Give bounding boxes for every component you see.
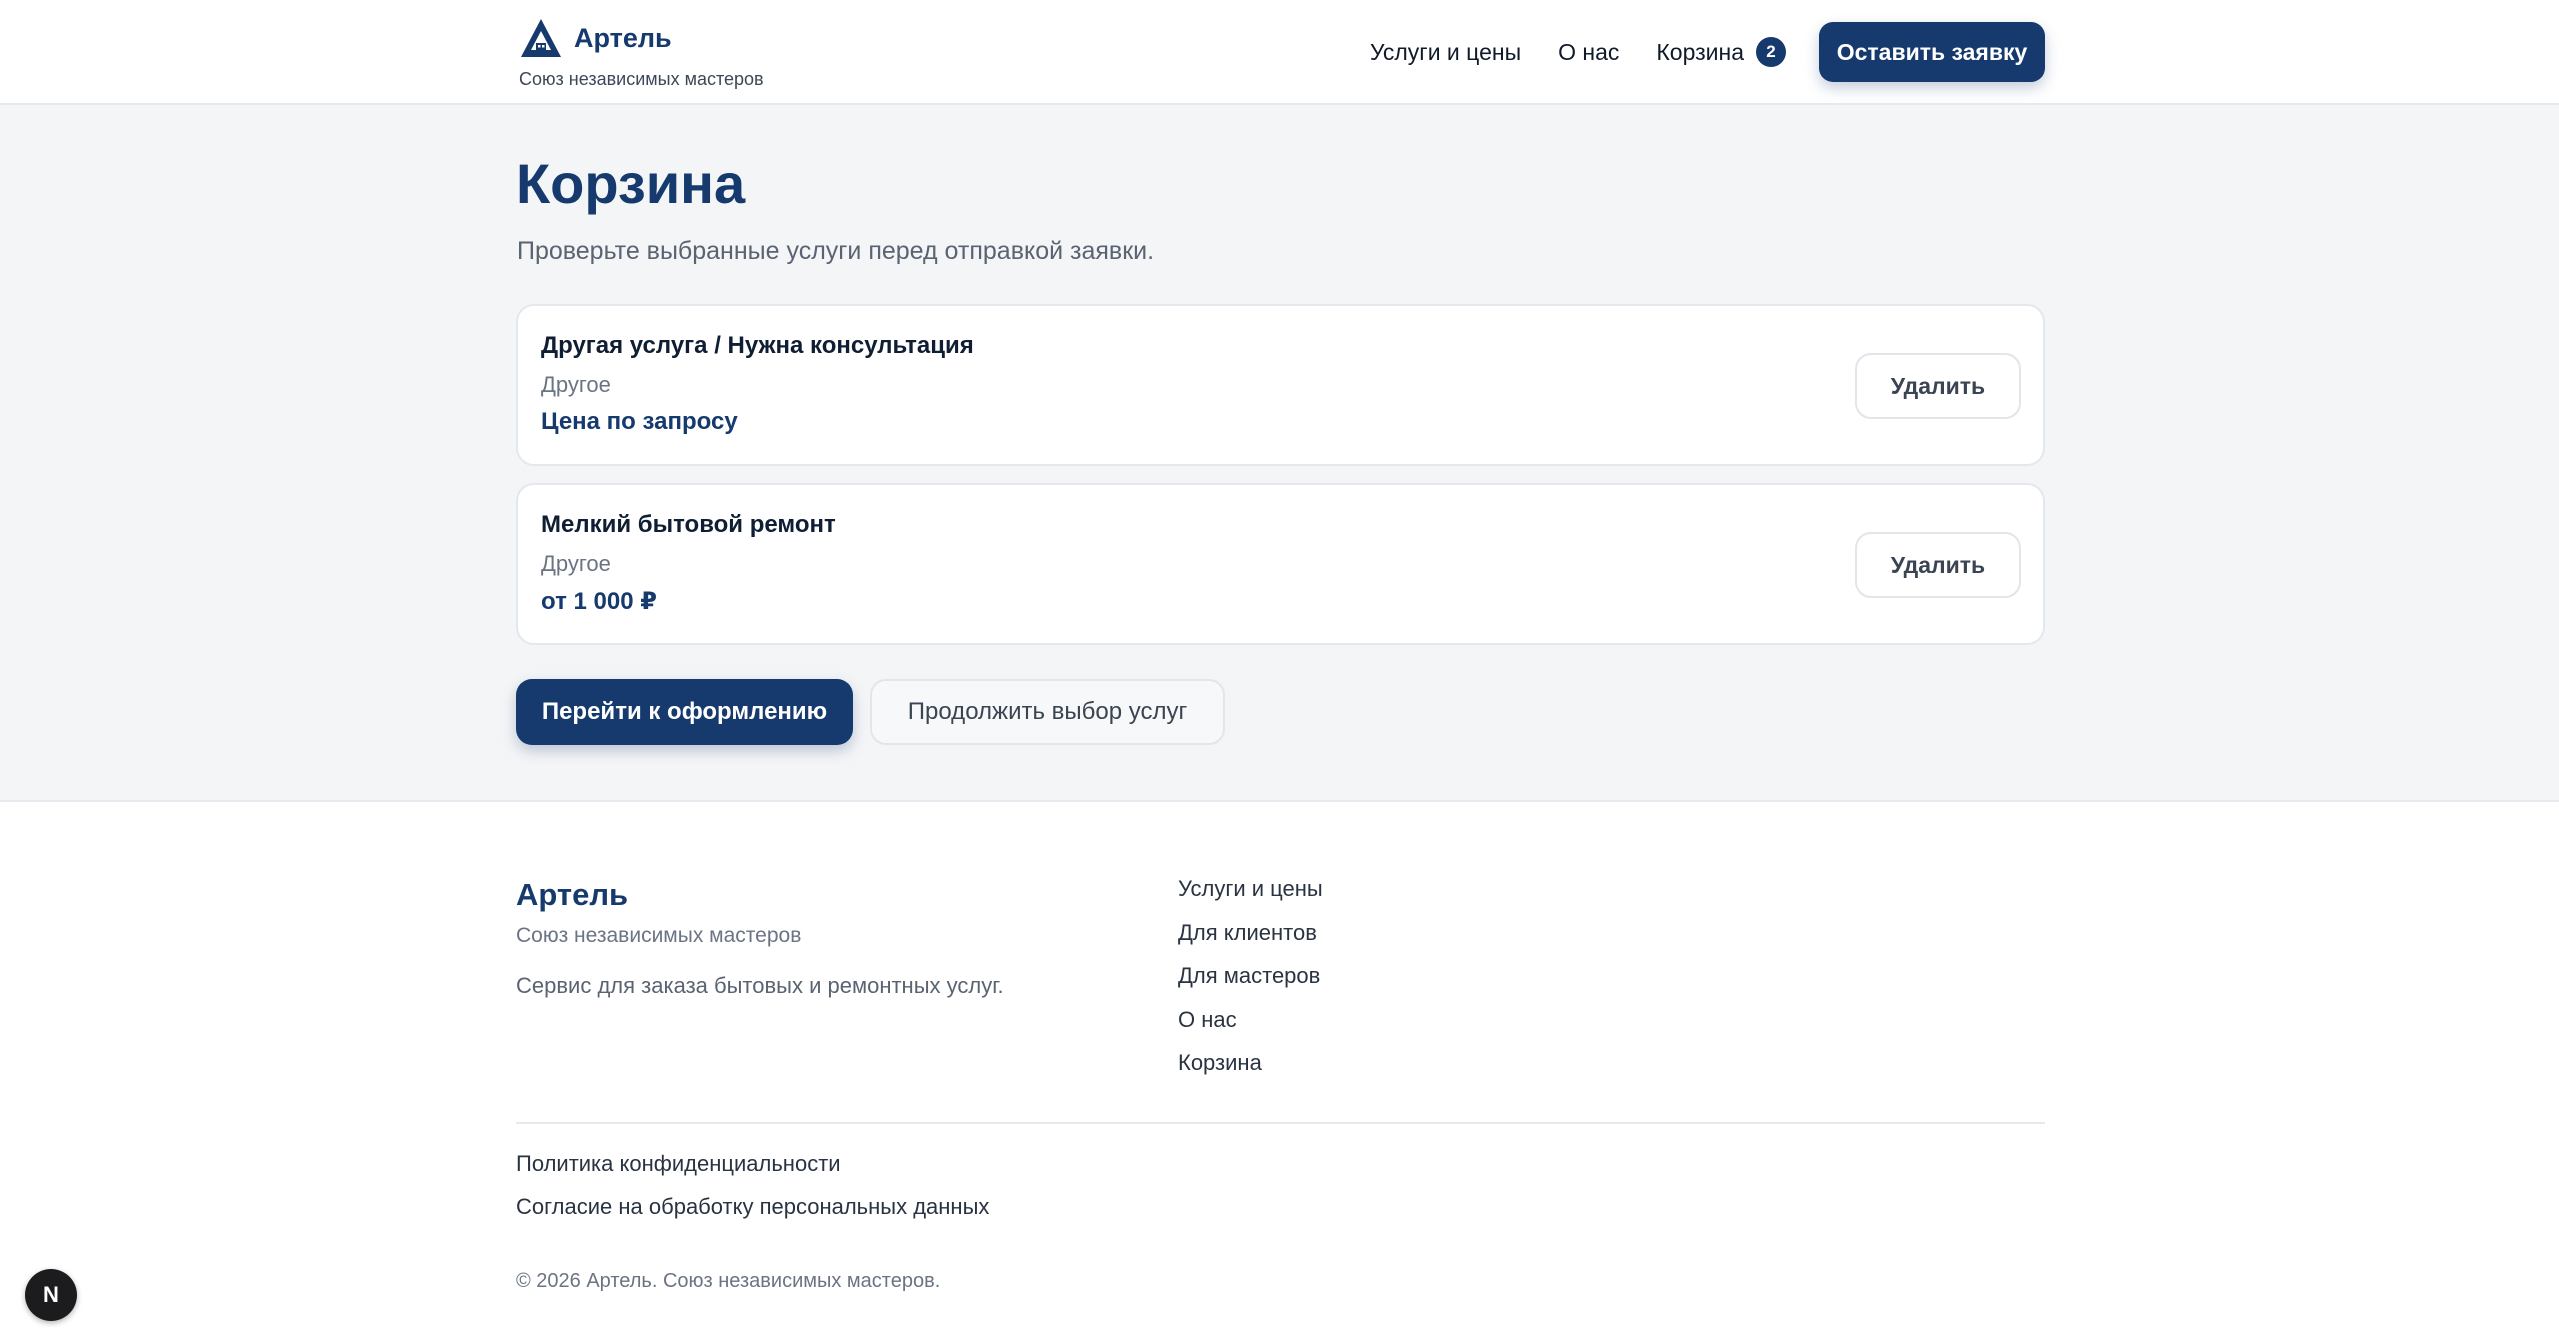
nav-link-services[interactable]: Услуги и цены — [1370, 39, 1521, 66]
privacy-policy-link[interactable]: Политика конфиденциальности — [516, 1149, 989, 1192]
checkout-button[interactable]: Перейти к оформлению — [516, 679, 853, 745]
footer-brand-name: Артель — [516, 877, 629, 912]
brand-row: Артель — [519, 17, 764, 59]
delete-item-button[interactable]: Удалить — [1855, 353, 2021, 419]
nav-link-cart[interactable]: Корзина 2 — [1656, 37, 1786, 67]
cart-item-title: Мелкий бытовой ремонт — [541, 511, 836, 538]
nextjs-dev-icon[interactable]: N — [25, 1269, 77, 1321]
leave-request-button[interactable]: Оставить заявку — [1819, 22, 2045, 82]
cart-count-badge: 2 — [1756, 37, 1786, 67]
brand[interactable]: Артель Союз независимых мастеров — [519, 17, 764, 90]
footer-links: Услуги и цены Для клиентов Для мастеров … — [1178, 874, 1323, 1092]
site-header: Артель Союз независимых мастеров Услуги … — [0, 0, 2559, 105]
footer-link-clients[interactable]: Для клиентов — [1178, 918, 1323, 962]
brand-subtitle: Союз независимых мастеров — [519, 69, 764, 89]
page-subtitle: Проверьте выбранные услуги перед отправк… — [517, 237, 1155, 265]
cart-item-price: Цена по запросу — [541, 408, 738, 435]
cart-item: Мелкий бытовой ремонт Другое от 1 000 ₽ … — [516, 483, 2045, 645]
cart-item-title: Другая услуга / Нужна консультация — [541, 332, 974, 359]
delete-item-button[interactable]: Удалить — [1855, 532, 2021, 598]
footer-description: Сервис для заказа бытовых и ремонтных ус… — [516, 973, 1004, 998]
data-consent-link[interactable]: Согласие на обработку персональных данны… — [516, 1192, 989, 1235]
footer-link-masters[interactable]: Для мастеров — [1178, 961, 1323, 1005]
nav-link-about[interactable]: О нас — [1558, 39, 1619, 66]
dev-badge-letter: N — [43, 1282, 59, 1307]
brand-name: Артель — [574, 22, 672, 53]
continue-shopping-button[interactable]: Продолжить выбор услуг — [870, 679, 1225, 745]
cart-section: Корзина Проверьте выбранные услуги перед… — [0, 105, 2559, 802]
triangle-house-logo-icon — [519, 17, 563, 59]
nav-cart-label: Корзина — [1656, 38, 1744, 65]
footer-divider — [516, 1122, 2045, 1124]
cart-item: Другая услуга / Нужна консультация Друго… — [516, 304, 2045, 466]
footer-legal: Политика конфиденциальности Согласие на … — [516, 1149, 989, 1235]
cart-item-category: Другое — [541, 551, 611, 576]
footer-link-about[interactable]: О нас — [1178, 1005, 1323, 1049]
main-nav: Услуги и цены О нас Корзина 2 Оставить з… — [1333, 22, 2045, 82]
footer-brand-subtitle: Союз независимых мастеров — [516, 924, 802, 947]
cart-item-category: Другое — [541, 372, 611, 397]
copyright: © 2026 Артель. Союз независимых мастеров… — [516, 1270, 941, 1292]
site-footer: Артель Союз независимых мастеров Сервис … — [0, 802, 2559, 1333]
page-title: Корзина — [516, 152, 746, 215]
footer-link-cart[interactable]: Корзина — [1178, 1048, 1323, 1092]
cart-item-price: от 1 000 ₽ — [541, 588, 657, 615]
footer-link-services[interactable]: Услуги и цены — [1178, 874, 1323, 918]
